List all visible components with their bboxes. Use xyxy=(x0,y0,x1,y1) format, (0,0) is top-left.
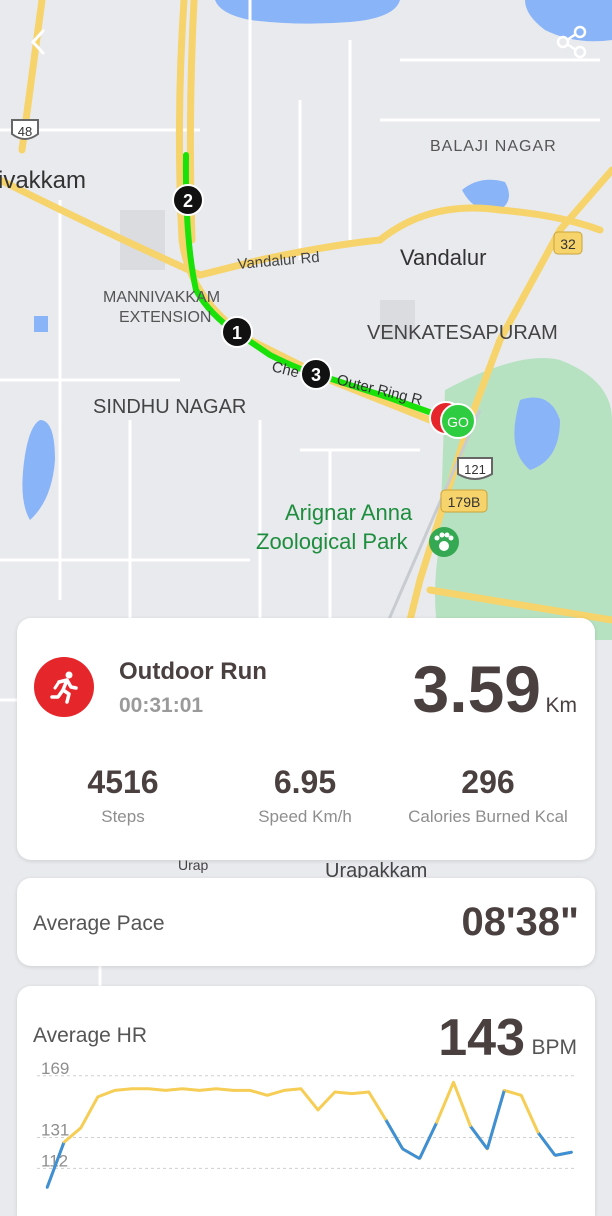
area-label: MANNIVAKKAM xyxy=(103,289,220,306)
poi-label: Arignar Anna xyxy=(285,500,413,525)
highway-shield-121: 121 xyxy=(457,457,493,480)
pace-label: Average Pace xyxy=(33,912,165,935)
hr-data-point xyxy=(503,1089,506,1092)
heart-rate-chart: 169131112 xyxy=(37,1059,577,1189)
svg-text:1: 1 xyxy=(232,323,242,343)
hr-data-point xyxy=(113,1089,116,1092)
waypoint-marker-1[interactable]: 1 xyxy=(221,316,253,348)
steps-stat: 4516 Steps xyxy=(72,764,174,827)
svg-text:GO: GO xyxy=(447,414,469,430)
hr-tick-label: 169 xyxy=(41,1059,69,1078)
waypoint-marker-3[interactable]: 3 xyxy=(300,358,332,390)
activity-duration: 00:31:01 xyxy=(119,694,204,717)
hr-series-line xyxy=(45,1080,573,1189)
hr-low-segment xyxy=(418,1122,438,1160)
hr-data-point xyxy=(350,1092,353,1095)
hr-low-segment xyxy=(554,1150,573,1157)
hr-data-point xyxy=(283,1089,286,1092)
chevron-left-icon xyxy=(30,29,45,55)
hr-data-point xyxy=(571,1151,573,1154)
highway-shield-32: 32 xyxy=(553,231,583,255)
svg-text:48: 48 xyxy=(18,124,32,139)
area-label: SINDHU NAGAR xyxy=(93,396,246,418)
hr-low-segment xyxy=(485,1089,506,1150)
hr-data-point xyxy=(198,1089,201,1092)
hr-data-point xyxy=(300,1087,303,1090)
hr-data-point xyxy=(384,1118,387,1121)
hr-low-segment xyxy=(384,1118,404,1150)
run-summary-card: Outdoor Run 00:31:01 3.59 Km 4516 Steps … xyxy=(17,618,595,860)
speed-stat: 6.95 Speed Km/h xyxy=(243,764,367,827)
hr-data-point xyxy=(537,1131,540,1134)
hr-data-point xyxy=(452,1081,455,1084)
highway-shield-179b: 179B xyxy=(440,489,488,513)
hr-data-point xyxy=(164,1089,167,1092)
area-label: VENKATESAPURAM xyxy=(367,322,558,344)
hr-data-point xyxy=(181,1087,184,1090)
zoo-paw-icon xyxy=(429,527,459,557)
pace-value: 08'38" xyxy=(461,900,579,944)
hr-data-point xyxy=(46,1186,48,1189)
hr-data-point xyxy=(401,1147,404,1150)
hr-data-point xyxy=(79,1126,82,1129)
svg-text:2: 2 xyxy=(183,191,193,211)
start-go-marker: GO xyxy=(440,403,476,439)
steps-label: Steps xyxy=(101,807,145,826)
hr-data-point xyxy=(520,1094,523,1097)
speed-label: Speed Km/h xyxy=(258,807,352,826)
hr-data-point xyxy=(554,1154,557,1157)
share-icon xyxy=(556,25,587,59)
waypoint-marker-2[interactable]: 2 xyxy=(172,184,204,216)
hr-data-point xyxy=(130,1087,133,1090)
svg-text:3: 3 xyxy=(311,365,321,385)
hr-data-point xyxy=(418,1157,421,1160)
calories-label: Calories Burned Kcal xyxy=(408,807,568,826)
hr-data-point xyxy=(486,1147,489,1150)
average-hr-card: Average HR 143 BPM 169 131 112 xyxy=(17,986,595,1216)
hr-low-segment xyxy=(469,1125,489,1150)
area-label: BALAJI NAGAR xyxy=(430,138,557,155)
hr-data-point xyxy=(469,1125,472,1128)
hr-data-point xyxy=(232,1089,235,1092)
steps-value: 4516 xyxy=(87,764,159,800)
area-label: EXTENSION xyxy=(119,309,211,326)
svg-text:32: 32 xyxy=(560,236,576,252)
poi-label: Zoological Park xyxy=(256,529,409,554)
share-button[interactable] xyxy=(552,22,592,62)
hr-low-segment xyxy=(401,1147,421,1160)
hr-data-point xyxy=(316,1108,319,1111)
hr-data-point xyxy=(333,1091,336,1093)
highway-shield-48: 48 xyxy=(11,119,39,140)
hr-data-point xyxy=(62,1141,65,1144)
hr-tick-label: 131 xyxy=(41,1121,69,1140)
hr-data-point xyxy=(147,1087,150,1090)
hr-data-point xyxy=(215,1087,218,1090)
hr-data-point xyxy=(435,1121,438,1124)
hr-data-point xyxy=(96,1095,99,1098)
svg-text:179B: 179B xyxy=(448,494,481,510)
speed-value: 6.95 xyxy=(273,764,337,800)
svg-text:121: 121 xyxy=(464,462,486,477)
calories-value: 296 xyxy=(461,764,515,800)
activity-title: Outdoor Run xyxy=(119,658,267,685)
distance-unit: Km xyxy=(545,694,578,717)
area-label: ivakkam xyxy=(0,167,86,194)
running-person-icon xyxy=(34,657,94,717)
distance-value: 3.59 xyxy=(412,652,541,726)
pond xyxy=(34,316,48,332)
hr-low-segment xyxy=(536,1131,557,1157)
average-pace-card: Average Pace 08'38" xyxy=(17,878,595,966)
hr-data-point xyxy=(367,1091,370,1093)
calories-stat: 296 Calories Burned Kcal xyxy=(395,764,581,827)
hr-data-point xyxy=(266,1094,269,1097)
hr-data-point xyxy=(249,1089,252,1092)
area-label: Vandalur xyxy=(400,245,486,270)
back-button[interactable] xyxy=(18,22,58,62)
